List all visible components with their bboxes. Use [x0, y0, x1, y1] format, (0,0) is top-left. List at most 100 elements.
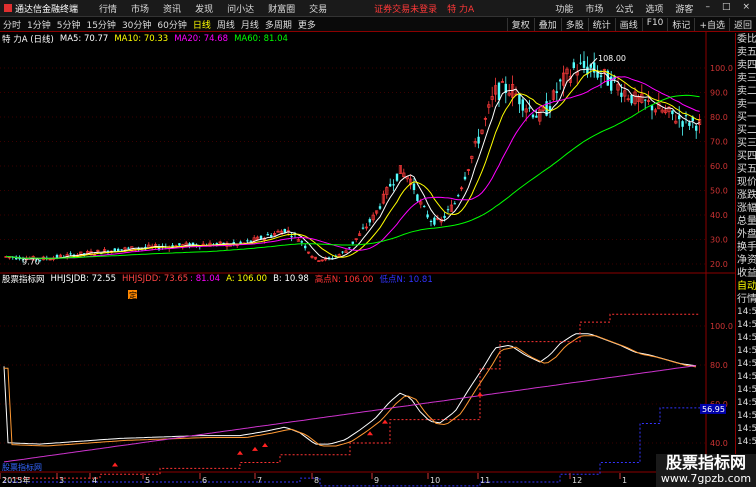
stock-title: 特 力A [447, 4, 475, 15]
tf-4[interactable]: 15分钟 [86, 18, 115, 31]
tf-daily[interactable]: 日线 [193, 18, 211, 31]
menu-item[interactable]: 财富圈 [268, 2, 295, 15]
tool-btn-4[interactable]: 统计 [587, 17, 615, 31]
menu-item[interactable]: 行情 [99, 2, 117, 15]
tool-btn-7[interactable]: 标记 [667, 17, 694, 31]
x-tick: 8 [314, 476, 319, 485]
tf-2[interactable]: 1分钟 [27, 18, 51, 31]
tool-btn-2[interactable]: 叠加 [533, 17, 561, 31]
side-label: 14:50 [737, 372, 756, 382]
side-label: 自动 [737, 281, 756, 292]
candle-body [535, 115, 538, 118]
candle-body [555, 91, 558, 93]
side-label: 买一 [737, 112, 756, 123]
kline-chart[interactable]: 100.0 90.0 80.0 70.0 60.0 50.0 40.0 30.0 20.0 100… [0, 32, 735, 487]
tf-6[interactable]: 60分钟 [157, 18, 186, 31]
side-label: 14:50 [737, 307, 756, 317]
price-tick: 60.0 [710, 162, 728, 171]
menu-item[interactable]: 发现 [195, 2, 213, 15]
candle-body [695, 125, 698, 131]
candle-body [341, 251, 344, 253]
buy-arrow [112, 462, 118, 467]
candle-body [433, 217, 436, 225]
maximize-icon[interactable]: □ [722, 2, 731, 15]
ma10-line [5, 69, 700, 260]
menu-formula[interactable]: 公式 [615, 2, 633, 15]
period-toolbar: 分时 1分钟 5分钟 15分钟 30分钟 60分钟 日线 周线 月线 多周期 更… [0, 17, 756, 32]
side-label: 14:50 [737, 424, 756, 434]
menu-market[interactable]: 市场 [585, 2, 603, 15]
buy-arrow [262, 443, 268, 447]
candle-body [559, 79, 562, 82]
hhjsjdb-line [3, 333, 697, 445]
price-tick: 70.0 [710, 138, 728, 147]
ma5-line [5, 68, 700, 260]
candle-body [178, 243, 181, 246]
candle-body [630, 95, 633, 104]
side-label: 收益 [737, 268, 756, 279]
tool-btn-8[interactable]: +自选 [694, 17, 729, 31]
tool-btn-6[interactable]: F10 [641, 17, 668, 31]
menu-item[interactable]: 交易 [309, 2, 327, 15]
side-label: 净资 [737, 255, 756, 266]
sub-tick: 100.0 [710, 322, 733, 331]
side-label: 买三 [737, 138, 756, 149]
tf-10[interactable]: 多周期 [265, 18, 292, 31]
watermark: 股票指标网 www.7gpzb.com [656, 454, 756, 487]
x-tick: 6 [202, 476, 207, 485]
menu-options[interactable]: 选项 [645, 2, 663, 15]
app-name: 通达信金融终端 [15, 4, 79, 15]
candle-body [443, 215, 446, 218]
login-warning[interactable]: 证券交易未登录 [374, 2, 437, 15]
candle-body [69, 253, 72, 255]
candle-body [259, 235, 263, 240]
close-icon[interactable]: × [742, 2, 750, 15]
x-tick: 11 [480, 476, 490, 485]
tool-btn-3[interactable]: 多股 [560, 17, 588, 31]
x-tick: 12 [572, 476, 582, 485]
x-tick: 9 [374, 476, 379, 485]
side-label: 买五 [737, 164, 756, 175]
side-label: 卖二 [737, 86, 756, 97]
tf-11[interactable]: 更多 [298, 18, 316, 31]
x-tick: 10 [430, 476, 440, 485]
tf-5[interactable]: 30分钟 [122, 18, 151, 31]
tool-buttons: 复权 叠加 多股 统计 画线 F10 标记 +自选 返回 [506, 17, 756, 31]
price-tick: 90.0 [710, 89, 728, 98]
side-label: 总量 [737, 216, 756, 227]
candle-body [582, 61, 586, 68]
user-label[interactable]: 游客 [675, 2, 693, 15]
menu-function[interactable]: 功能 [555, 2, 573, 15]
candle-body [300, 241, 303, 243]
tf-1[interactable]: 分时 [3, 18, 21, 31]
buy-arrow [237, 450, 243, 455]
menu-item[interactable]: 问小达 [227, 2, 254, 15]
price-tick: 30.0 [710, 236, 728, 245]
side-label: 14:50 [737, 398, 756, 408]
candle-body [348, 247, 351, 249]
title-bar: 通达信金融终端 行情 市场 资讯 发现 问小达 财富圈 交易 证券交易未登录 特… [0, 0, 756, 17]
x-tick: 1 [622, 476, 627, 485]
side-label: 买二 [737, 125, 756, 136]
price-tick: 100.0 [710, 64, 733, 73]
candle-body [246, 240, 249, 242]
candle-body [283, 228, 286, 233]
tool-btn-5[interactable]: 画线 [614, 17, 642, 31]
tool-btn-1[interactable]: 复权 [506, 17, 534, 31]
menu-item[interactable]: 市场 [131, 2, 149, 15]
candle-body [497, 82, 501, 100]
candle-body [351, 241, 354, 244]
tf-3[interactable]: 5分钟 [57, 18, 81, 31]
tool-btn-9[interactable]: 返回 [728, 17, 756, 31]
minimize-icon[interactable]: – [705, 2, 710, 15]
menu-item[interactable]: 资讯 [163, 2, 181, 15]
ma20-line [5, 76, 700, 259]
side-label: 14:50 [737, 333, 756, 343]
sub-indicator-lines [3, 313, 700, 487]
candle-body [477, 136, 480, 144]
candle-body [239, 241, 242, 244]
tf-8[interactable]: 周线 [217, 18, 235, 31]
buy-arrow [252, 446, 258, 451]
logo-icon [4, 4, 12, 12]
tf-9[interactable]: 月线 [241, 18, 259, 31]
